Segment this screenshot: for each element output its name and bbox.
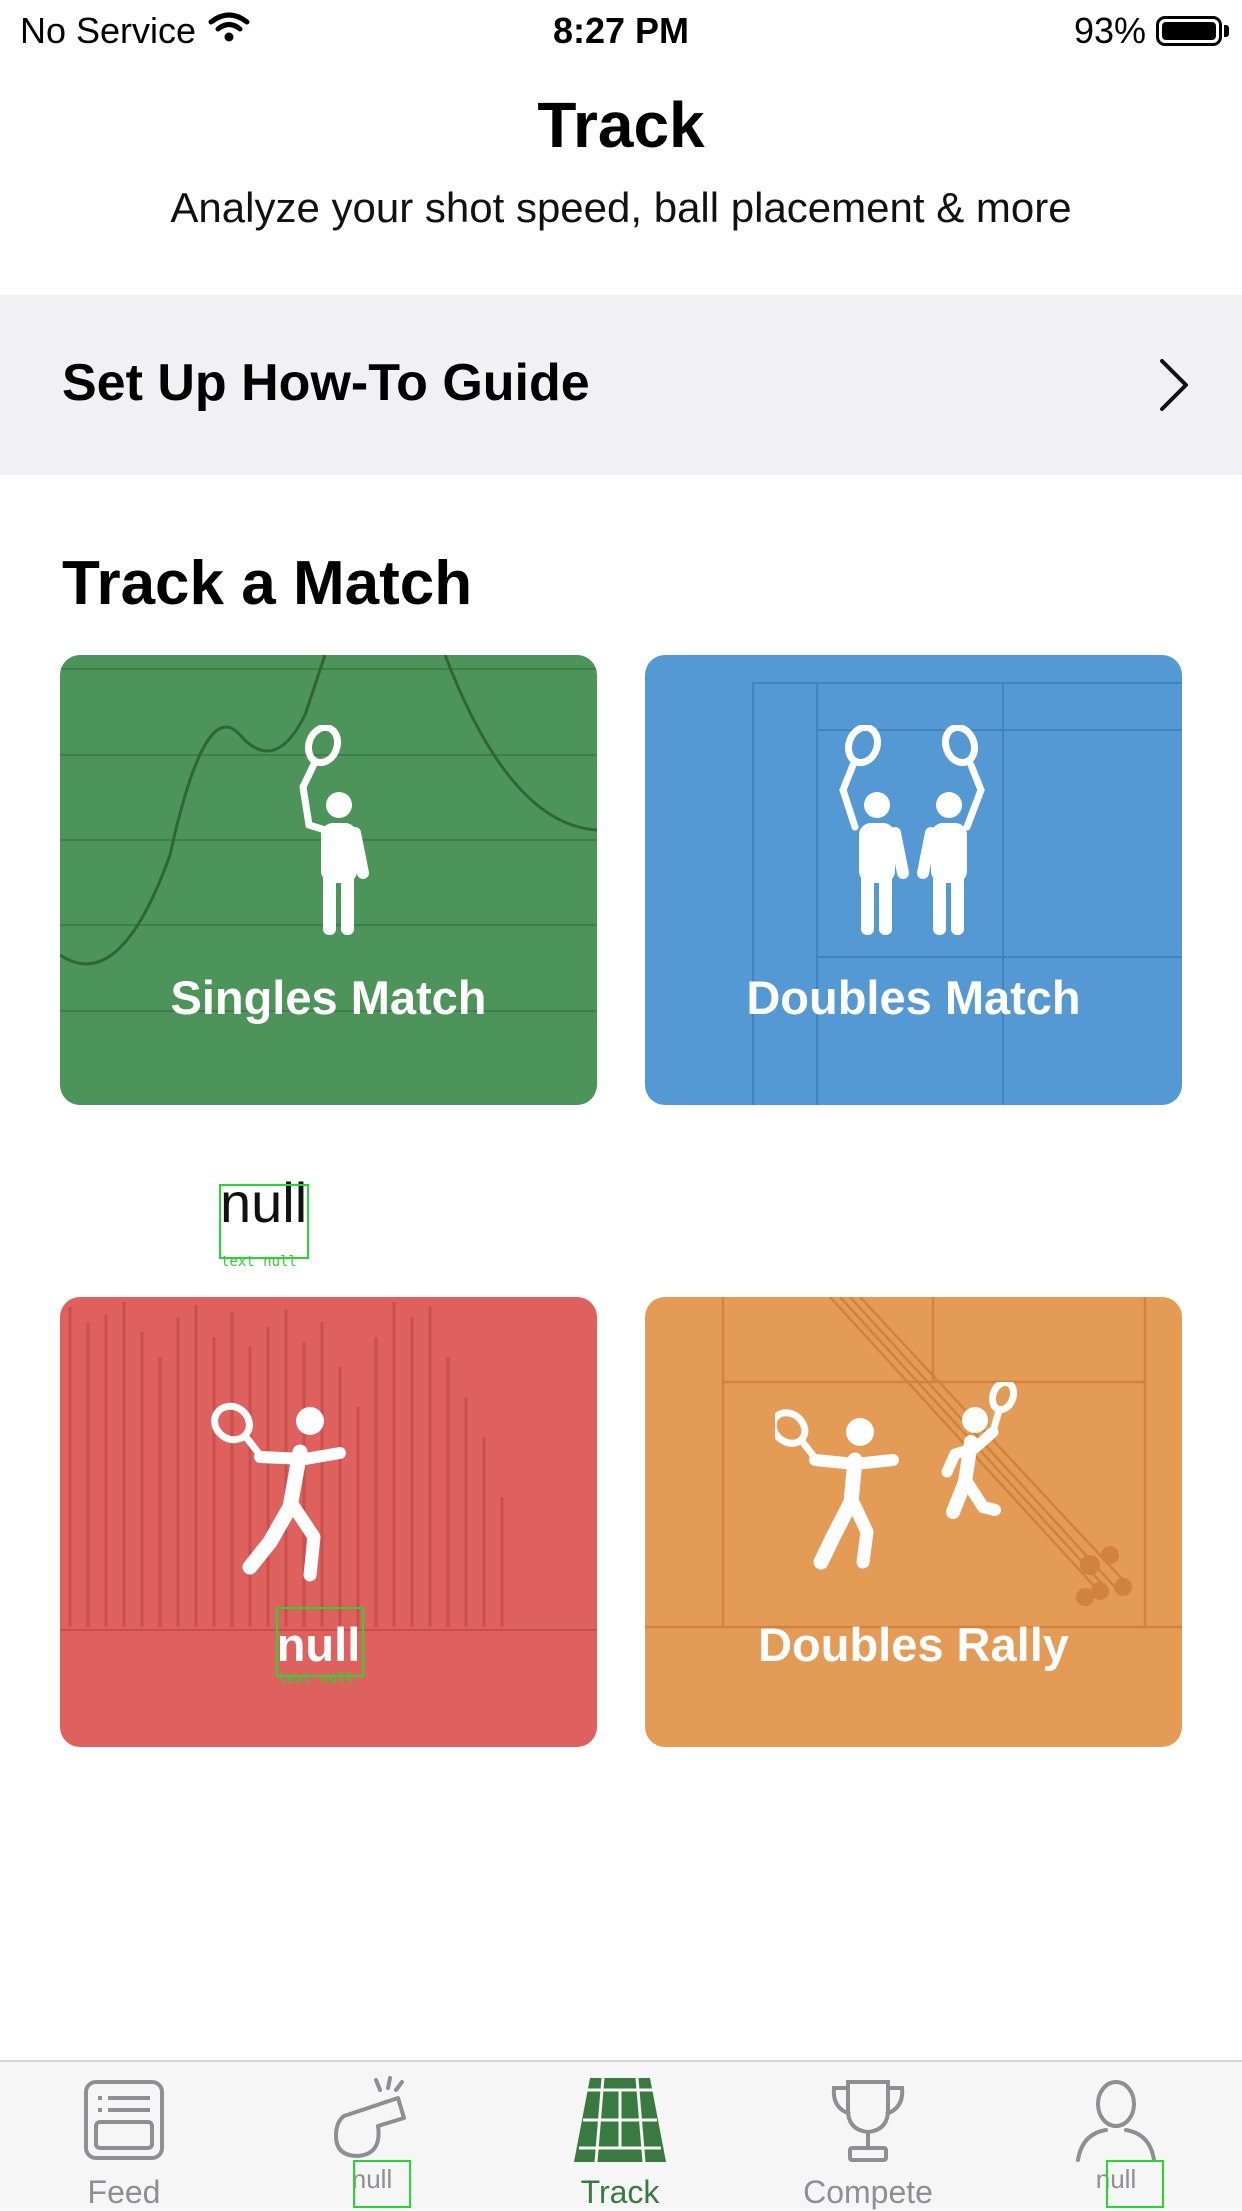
tab-track[interactable]: Track	[496, 2062, 744, 2210]
tab-label: Compete	[803, 2174, 933, 2210]
whistle-icon	[334, 2076, 406, 2158]
debug-outline	[276, 1607, 364, 1677]
card-label: Singles Match	[170, 971, 487, 1024]
doubles-match-card[interactable]: Doubles Match	[645, 655, 1182, 1105]
page-title: Track	[537, 89, 705, 161]
status-bar: No Service 8:27 PM 93%	[0, 0, 1242, 64]
debug-caption: text null	[221, 1254, 297, 1270]
tab-profile[interactable]: null	[992, 2062, 1240, 2210]
debug-caption: text null	[278, 1671, 354, 1687]
battery-percent: 93%	[1073, 10, 1146, 51]
tab-whistle[interactable]: null	[248, 2062, 496, 2210]
battery-icon	[1156, 16, 1229, 46]
card-label: Doubles Match	[746, 971, 1081, 1024]
section-title: Track a Match	[62, 549, 473, 618]
feed-icon	[84, 2080, 164, 2160]
tab-label: Track	[580, 2174, 660, 2210]
tab-label: Feed	[87, 2174, 161, 2210]
doubles-players-icon	[839, 725, 985, 935]
rally-player-icon	[211, 1402, 346, 1582]
setup-guide-label: Set Up How-To Guide	[62, 354, 590, 412]
debug-outline	[353, 2160, 411, 2208]
chevron-right-icon	[1142, 355, 1202, 415]
tab-compete[interactable]: Compete	[744, 2062, 992, 2210]
profile-icon	[1076, 2080, 1156, 2162]
setup-guide-row[interactable]: Set Up How-To Guide	[0, 295, 1242, 475]
court-icon	[574, 2077, 666, 2163]
trophy-icon	[831, 2080, 905, 2162]
doubles-rally-players-icon	[775, 1382, 1018, 1570]
page-subtitle: Analyze your shot speed, ball placement …	[170, 184, 1072, 231]
singles-match-card[interactable]: Singles Match	[60, 655, 597, 1105]
rally-card[interactable]: null text null	[60, 1297, 597, 1747]
clock: 8:27 PM	[552, 10, 690, 51]
debug-outline	[1106, 2160, 1164, 2208]
tab-feed[interactable]: Feed	[0, 2062, 248, 2210]
doubles-rally-card[interactable]: Doubles Rally	[645, 1297, 1182, 1747]
tab-bar: Feed null Track Compete null	[0, 2060, 1242, 2210]
battery-status: 93%	[1073, 10, 1229, 52]
card-label: Doubles Rally	[758, 1618, 1069, 1671]
singles-player-icon	[299, 725, 369, 935]
debug-outline	[219, 1184, 309, 1259]
